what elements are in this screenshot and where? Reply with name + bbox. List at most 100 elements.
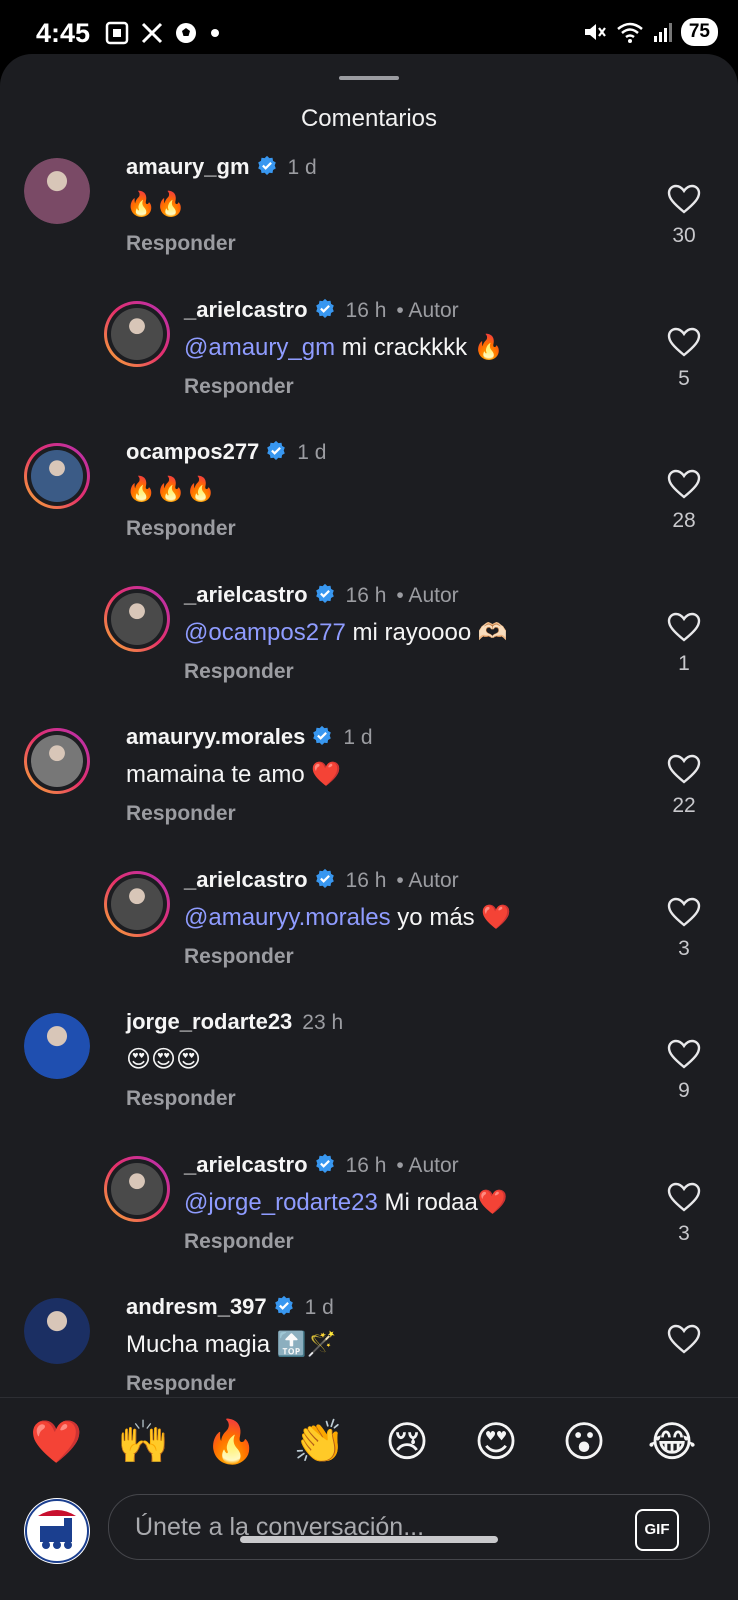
mention-link[interactable]: @amaury_gm [184, 334, 335, 361]
like-button[interactable]: 30 [664, 184, 704, 248]
quick-emoji-button[interactable]: 🔥 [205, 1416, 257, 1468]
quick-emoji-button[interactable]: 👏 [293, 1416, 345, 1468]
quick-emoji-button[interactable]: 😮 [558, 1416, 610, 1468]
comment-text: @amaury_gm mi crackkkk 🔥 [184, 333, 504, 362]
signal-icon [653, 23, 672, 42]
comment-input[interactable]: Únete a la conversación... GIF [108, 1494, 710, 1560]
comment-header: jorge_rodarte23 23 h [126, 1009, 343, 1035]
commenter-username[interactable]: _arielcastro [184, 1152, 308, 1177]
commenter-username[interactable]: andresm_397 [126, 1294, 267, 1319]
commenter-avatar[interactable] [104, 871, 170, 937]
comment-time: 1 d [287, 156, 317, 179]
like-button[interactable]: 3 [664, 897, 704, 961]
commenter-avatar[interactable] [24, 443, 90, 509]
commenter-username[interactable]: _arielcastro [184, 297, 308, 322]
commenter-username[interactable]: amaury_gm [126, 154, 250, 179]
battery-indicator: 75 [680, 18, 718, 46]
dot-icon [211, 29, 219, 37]
like-count: 9 [678, 1079, 690, 1102]
commenter-username[interactable]: _arielcastro [184, 582, 308, 607]
quick-emoji-button[interactable]: 🙌 [117, 1416, 169, 1468]
verified-badge-icon [313, 725, 332, 745]
commenter-avatar[interactable] [24, 1013, 90, 1079]
comment-text: @amauryy.morales yo más ❤️ [184, 903, 511, 932]
like-count: 3 [678, 1222, 690, 1245]
like-button[interactable]: 3 [664, 1182, 704, 1246]
verified-badge-icon [274, 1295, 293, 1315]
comment-text: @ocampos277 mi rayoooo 🫶🏻 [184, 618, 508, 647]
gif-button[interactable]: GIF [635, 1509, 679, 1551]
like-button[interactable]: 28 [664, 469, 704, 533]
like-button[interactable]: 1 [664, 612, 704, 676]
like-button[interactable]: 22 [664, 754, 704, 818]
heart-icon [667, 469, 701, 499]
comment-time: 1 d [343, 726, 373, 749]
comment-text: 🔥🔥🔥 [126, 475, 216, 504]
commenter-username[interactable]: ocampos277 [126, 439, 259, 464]
reply-button[interactable]: Responder [126, 232, 236, 256]
author-label: • Autor [396, 584, 459, 607]
commenter-avatar[interactable] [24, 158, 90, 224]
reply-button[interactable]: Responder [184, 660, 294, 684]
comment-item: andresm_397 1 d Mucha magia 🔝🪄 Responder [0, 1294, 738, 1398]
like-count: 30 [672, 224, 696, 247]
commenter-username[interactable]: amauryy.morales [126, 724, 305, 749]
sheet-drag-handle[interactable] [339, 76, 399, 80]
reply-comment: _arielcastro 16 h • Autor @jorge_rodarte23 … [0, 1152, 738, 1282]
comment-body: yo más ❤️ [390, 904, 512, 931]
heart-icon [667, 1182, 701, 1212]
x-icon [141, 22, 163, 44]
reply-button[interactable]: Responder [126, 517, 236, 541]
quick-emoji-button[interactable]: 😍 [470, 1416, 522, 1468]
verified-badge-icon [315, 868, 334, 888]
screenshot-icon [105, 21, 129, 45]
like-button[interactable] [664, 1324, 704, 1364]
sheet-title: Comentarios [300, 105, 438, 132]
commenter-avatar[interactable] [104, 586, 170, 652]
comment-time: 1 d [297, 441, 327, 464]
status-right-icons: 75 [581, 18, 718, 46]
commenter-avatar[interactable] [24, 728, 90, 794]
like-button[interactable]: 5 [664, 327, 704, 391]
comment-header: ocampos277 1 d [126, 439, 327, 465]
commenter-avatar[interactable] [24, 1298, 90, 1364]
comment-body: 🔥🔥🔥 [126, 476, 216, 503]
quick-emoji-bar: ❤️ 🙌 🔥 👏 😢 😍 😮 😂 [0, 1397, 738, 1486]
reply-button[interactable]: Responder [126, 1087, 236, 1111]
reply-comment: _arielcastro 16 h • Autor @amauryy.morales … [0, 867, 738, 997]
reply-button[interactable]: Responder [126, 802, 236, 826]
reply-button[interactable]: Responder [184, 945, 294, 969]
comment-time: 16 h [345, 869, 387, 892]
heart-icon [667, 1324, 701, 1354]
current-user-avatar[interactable] [24, 1498, 90, 1564]
like-count: 3 [678, 937, 690, 960]
mention-link[interactable]: @amauryy.morales [184, 904, 391, 931]
author-label: • Autor [396, 299, 459, 322]
commenter-username[interactable]: jorge_rodarte23 [126, 1009, 292, 1034]
comment-item: ocampos277 1 d 🔥🔥🔥 Responder 28 [0, 439, 738, 569]
quick-emoji-button[interactable]: 😂 [646, 1416, 698, 1468]
comment-header: andresm_397 1 d [126, 1294, 334, 1320]
comment-text: Mucha magia 🔝🪄 [126, 1330, 337, 1359]
commenter-username[interactable]: _arielcastro [184, 867, 308, 892]
comment-body: 🔥🔥 [126, 191, 186, 218]
train-logo-icon [25, 1499, 89, 1563]
mute-icon [584, 24, 606, 40]
comment-time: 23 h [302, 1011, 344, 1034]
commenter-avatar[interactable] [104, 301, 170, 367]
reply-button[interactable]: Responder [184, 375, 294, 399]
mention-link[interactable]: @jorge_rodarte23 [184, 1189, 378, 1216]
quick-emoji-button[interactable]: ❤️ [30, 1416, 82, 1468]
mention-link[interactable]: @ocampos277 [184, 619, 346, 646]
commenter-avatar[interactable] [104, 1156, 170, 1222]
like-button[interactable]: 9 [664, 1039, 704, 1103]
comment-time: 16 h [345, 584, 387, 607]
reply-button[interactable]: Responder [184, 1230, 294, 1254]
quick-emoji-button[interactable]: 😢 [381, 1416, 433, 1468]
reply-button[interactable]: Responder [126, 1372, 236, 1396]
comments-list[interactable]: amaury_gm 1 d 🔥🔥 Responder 30 _arielcastro 16 … [0, 154, 738, 1398]
heart-icon [667, 1039, 701, 1069]
comment-header: _arielcastro 16 h • Autor [184, 867, 459, 893]
navigation-gesture-bar[interactable] [240, 1536, 498, 1543]
status-bar: 4:45 75 [0, 0, 738, 56]
